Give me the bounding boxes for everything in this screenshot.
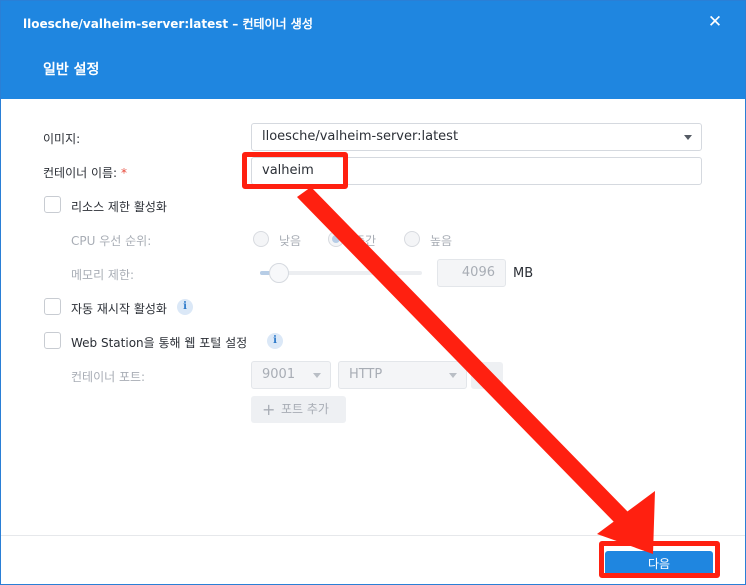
- cpu-priority-label: CPU 우선 순위:: [71, 234, 152, 248]
- add-port-label: 포트 추가: [281, 402, 329, 416]
- plus-icon: +: [262, 400, 276, 419]
- chevron-down-icon: [449, 373, 457, 378]
- dialog-body: 이미지: lloesche/valheim-server:latest 컨테이너…: [1, 99, 745, 535]
- info-icon[interactable]: i: [267, 333, 283, 349]
- port-select-value: 9001: [262, 367, 296, 382]
- web-station-label: Web Station을 통해 웹 포털 설정: [71, 336, 248, 350]
- resource-limit-checkbox[interactable]: [44, 196, 61, 213]
- cpu-low-label: 낮음: [279, 234, 302, 248]
- protocol-select[interactable]: HTTP: [338, 361, 467, 389]
- next-button[interactable]: 다음: [605, 551, 713, 578]
- cpu-medium-radio[interactable]: [328, 231, 344, 247]
- chevron-down-icon: [313, 373, 321, 378]
- resource-limit-label: 리소스 제한 활성화: [71, 200, 167, 214]
- port-options-button[interactable]: [471, 362, 503, 389]
- create-container-dialog: lloesche/valheim-server:latest – 컨테이너 생성…: [0, 0, 746, 585]
- info-icon[interactable]: i: [177, 299, 193, 315]
- container-name-input[interactable]: valheim: [251, 157, 702, 185]
- cpu-low-radio[interactable]: [253, 231, 269, 247]
- cpu-high-radio[interactable]: [404, 231, 420, 247]
- container-name-value: valheim: [262, 163, 314, 178]
- section-title: 일반 설정: [43, 62, 100, 78]
- container-name-label: 컨테이너 이름: *: [43, 164, 127, 181]
- chevron-down-icon: [684, 135, 692, 140]
- dialog-title: lloesche/valheim-server:latest – 컨테이너 생성: [23, 17, 313, 31]
- container-name-label-text: 컨테이너 이름:: [43, 166, 118, 180]
- image-label: 이미지:: [43, 132, 81, 146]
- auto-restart-checkbox[interactable]: [44, 298, 61, 315]
- image-select[interactable]: lloesche/valheim-server:latest: [251, 123, 702, 151]
- close-icon[interactable]: ✕: [704, 11, 726, 33]
- add-port-button[interactable]: + 포트 추가: [251, 396, 346, 423]
- port-select[interactable]: 9001: [251, 361, 331, 389]
- web-station-checkbox[interactable]: [44, 332, 61, 349]
- cpu-high-label: 높음: [430, 234, 453, 248]
- required-mark: *: [120, 166, 127, 180]
- dialog-footer: 다음: [1, 535, 745, 584]
- protocol-select-value: HTTP: [349, 367, 383, 382]
- auto-restart-label: 자동 재시작 활성화: [71, 302, 167, 316]
- container-port-label: 컨테이너 포트:: [71, 370, 146, 384]
- memory-limit-value: 4096: [461, 265, 495, 280]
- image-select-value: lloesche/valheim-server:latest: [262, 129, 459, 144]
- memory-unit: MB: [513, 266, 534, 281]
- memory-limit-label: 메모리 제한:: [71, 268, 135, 282]
- cpu-medium-label: 중간: [354, 234, 377, 248]
- memory-slider-handle[interactable]: [269, 263, 289, 283]
- memory-limit-input[interactable]: 4096: [437, 259, 506, 287]
- dialog-header: lloesche/valheim-server:latest – 컨테이너 생성…: [1, 1, 745, 99]
